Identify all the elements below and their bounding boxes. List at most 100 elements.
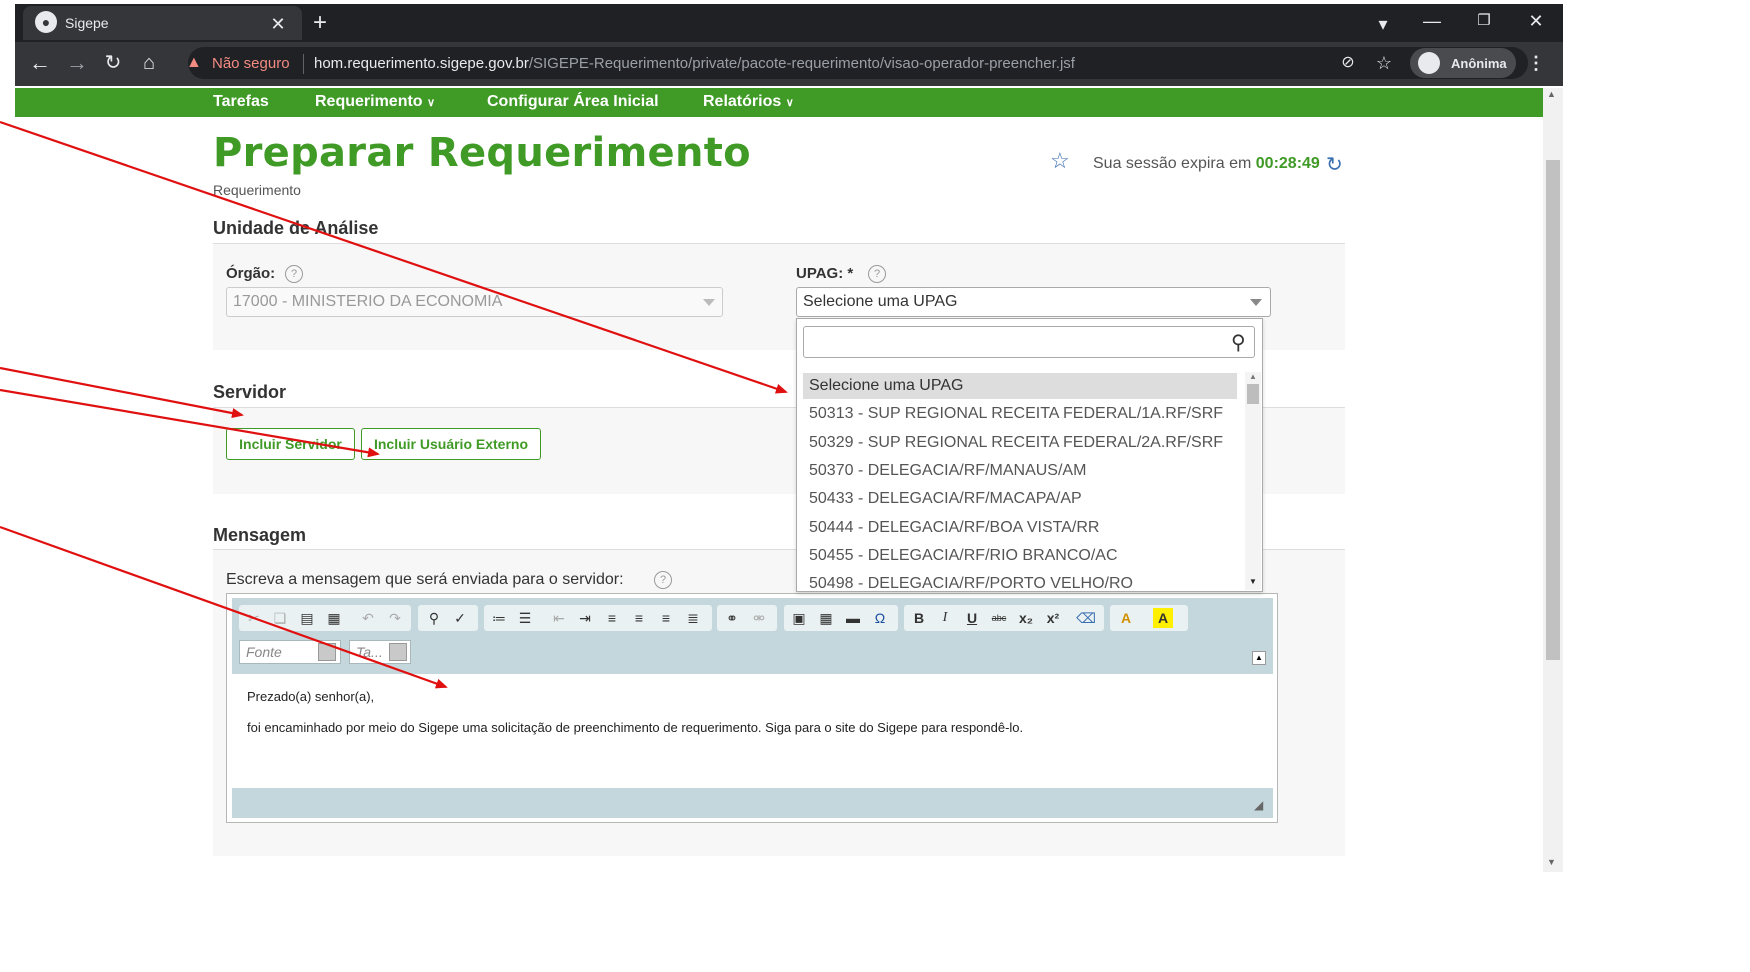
favorite-star-icon[interactable]: ☆ — [1050, 148, 1070, 174]
image-icon[interactable]: ▣ — [789, 608, 809, 628]
text-color-icon[interactable]: A — [1116, 608, 1136, 628]
bullet-list-icon[interactable]: ☰ — [515, 608, 535, 628]
table-icon[interactable]: ▦ — [816, 608, 836, 628]
message-line-2: foi encaminhado por meio do Sigepe uma s… — [247, 720, 1024, 735]
upag-select[interactable]: Selecione uma UPAG — [796, 287, 1271, 317]
new-tab-button[interactable]: + — [308, 11, 332, 35]
warning-icon: ▲ — [186, 54, 202, 71]
dropdown-scrollbar[interactable] — [1245, 372, 1261, 590]
spellcheck-icon[interactable]: ✓ — [450, 608, 470, 628]
url-path: /SIGEPE-Requerimento/private/pacote-requ… — [528, 55, 1075, 72]
tab-search-icon[interactable]: ▾ — [1371, 12, 1395, 36]
upag-option[interactable]: 50498 - DELEGACIA/RF/PORTO VELHO/RO — [809, 575, 1133, 590]
font-select-label: Fonte — [246, 644, 282, 660]
subscript-icon[interactable]: x₂ — [1016, 608, 1036, 628]
horizontal-rule-icon[interactable]: ▬ — [843, 608, 863, 628]
section-mensagem-title: Mensagem — [213, 525, 307, 545]
section-unidade-title: Unidade de Análise — [213, 218, 379, 238]
upag-option[interactable]: 50370 - DELEGACIA/RF/MANAUS/AM — [809, 462, 1086, 480]
required-marker: * — [847, 265, 854, 282]
outdent-icon[interactable]: ⇤ — [549, 608, 569, 628]
remove-format-icon[interactable]: ⌫ — [1076, 608, 1096, 628]
align-left-icon[interactable]: ≡ — [602, 608, 622, 628]
copy-icon[interactable]: ❏ — [270, 608, 290, 628]
redo-icon[interactable]: ↷ — [385, 608, 405, 628]
orgao-value: 17000 - MINISTERIO DA ECONOMIA — [233, 293, 503, 310]
align-center-icon[interactable]: ≡ — [629, 608, 649, 628]
not-secure-label[interactable]: Não seguro — [212, 55, 290, 72]
restore-icon[interactable]: ❐ — [1472, 9, 1496, 33]
incluir-servidor-button[interactable]: Incluir Servidor — [226, 428, 355, 460]
page-scrollbar-thumb[interactable] — [1546, 160, 1560, 660]
menu-relatorios-label: Relatórios — [703, 93, 782, 110]
menu-relatorios[interactable]: Relatórios ∨ — [703, 93, 794, 111]
upag-caret-icon[interactable] — [1250, 299, 1262, 306]
tracking-protection-icon[interactable]: ⊘ — [1336, 51, 1360, 75]
menu-tarefas[interactable]: Tarefas — [213, 93, 269, 111]
cut-icon[interactable]: ✂ — [244, 608, 264, 628]
section-servidor-title: Servidor — [213, 382, 287, 402]
special-char-icon[interactable]: Ω — [870, 608, 890, 628]
upag-option[interactable]: 50313 - SUP REGIONAL RECEITA FEDERAL/1A.… — [809, 405, 1223, 423]
search-icon: ⚲ — [1231, 332, 1246, 354]
scroll-up-icon[interactable]: ▲ — [1547, 89, 1556, 99]
link-icon[interactable]: ⚭ — [722, 608, 742, 628]
menu-configurar-area-inicial[interactable]: Configurar Área Inicial — [487, 93, 659, 111]
upag-search-input[interactable] — [803, 326, 1255, 358]
window-close-icon[interactable]: ✕ — [1524, 9, 1548, 33]
numbered-list-icon[interactable]: ≔ — [489, 608, 509, 628]
home-icon[interactable]: ⌂ — [137, 51, 161, 75]
scroll-down-icon[interactable]: ▼ — [1249, 577, 1257, 586]
orgao-select: 17000 - MINISTERIO DA ECONOMIA — [226, 287, 723, 317]
kebab-menu-icon[interactable]: ⋮ — [1526, 51, 1546, 75]
collapse-toolbar-icon[interactable]: ▲ — [1252, 651, 1266, 665]
upag-option[interactable]: 50444 - DELEGACIA/RF/BOA VISTA/RR — [809, 519, 1099, 537]
find-icon[interactable]: ⚲ — [424, 608, 444, 628]
resize-handle-icon[interactable]: ◢ — [1254, 798, 1263, 812]
url-text[interactable]: hom.requerimento.sigepe.gov.br/SIGEPE-Re… — [314, 55, 1075, 72]
paste-word-icon[interactable]: ▦ — [324, 608, 344, 628]
underline-icon[interactable]: U — [962, 608, 982, 628]
strikethrough-icon[interactable]: abc — [989, 608, 1009, 628]
profile-label: Anônima — [1451, 56, 1507, 71]
upag-option[interactable]: Selecione uma UPAG — [809, 377, 963, 395]
unlink-icon[interactable]: ⚮ — [749, 608, 769, 628]
upag-option[interactable]: 50329 - SUP REGIONAL RECEITA FEDERAL/2A.… — [809, 434, 1223, 452]
scroll-up-icon[interactable]: ▲ — [1249, 372, 1257, 381]
bold-icon[interactable]: B — [909, 608, 929, 628]
forward-icon[interactable]: → — [65, 51, 89, 75]
back-icon[interactable]: ← — [28, 51, 52, 75]
justify-icon[interactable]: ≣ — [683, 608, 703, 628]
menu-requerimento[interactable]: Requerimento ∨ — [315, 93, 435, 111]
help-icon[interactable]: ? — [285, 265, 303, 283]
undo-icon[interactable]: ↶ — [358, 608, 378, 628]
help-icon[interactable]: ? — [868, 265, 886, 283]
message-line-1: Prezado(a) senhor(a), — [247, 689, 375, 704]
upag-option[interactable]: 50455 - DELEGACIA/RF/RIO BRANCO/AC — [809, 547, 1118, 565]
background-color-icon[interactable]: A — [1153, 608, 1173, 628]
paste-icon[interactable]: ▤ — [297, 608, 317, 628]
dropdown-arrow-icon[interactable] — [318, 643, 336, 661]
editor-statusbar — [232, 788, 1273, 818]
tab-title: Sigepe — [65, 15, 109, 31]
dropdown-arrow-icon[interactable] — [389, 643, 407, 661]
arrow-to-incluir-servidor — [0, 366, 244, 419]
chevron-down-icon: ∨ — [427, 97, 436, 109]
menu-requerimento-label: Requerimento — [315, 93, 423, 110]
scroll-down-icon[interactable]: ▼ — [1547, 857, 1556, 867]
superscript-icon[interactable]: x² — [1043, 608, 1063, 628]
tab-close-icon[interactable]: ✕ — [266, 12, 290, 36]
indent-icon[interactable]: ⇥ — [575, 608, 595, 628]
breadcrumb: Requerimento — [213, 182, 301, 198]
italic-icon[interactable]: I — [935, 608, 955, 628]
reload-icon[interactable]: ↻ — [101, 51, 125, 75]
minimize-icon[interactable]: — — [1420, 9, 1444, 33]
dropdown-scrollbar-thumb[interactable] — [1247, 384, 1259, 404]
incluir-usuario-externo-button[interactable]: Incluir Usuário Externo — [361, 428, 541, 460]
bookmark-star-icon[interactable]: ☆ — [1372, 51, 1396, 75]
align-right-icon[interactable]: ≡ — [656, 608, 676, 628]
help-icon[interactable]: ? — [654, 571, 672, 589]
refresh-session-icon[interactable]: ↻ — [1326, 152, 1343, 177]
upag-option[interactable]: 50433 - DELEGACIA/RF/MACAPA/AP — [809, 490, 1082, 508]
chevron-down-icon: ∨ — [785, 97, 794, 109]
